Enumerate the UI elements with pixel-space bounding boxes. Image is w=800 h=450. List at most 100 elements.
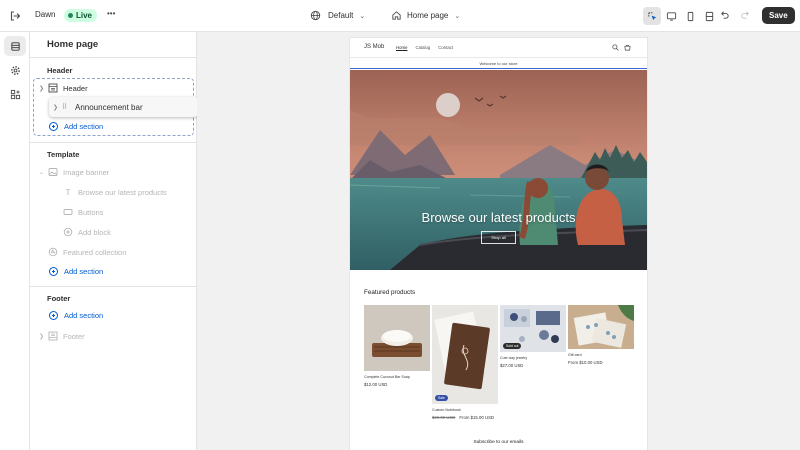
product-name[interactable]: Cute clay jewelry <box>500 356 566 360</box>
fullscreen-icon[interactable] <box>700 7 718 25</box>
product-name[interactable]: Custom Notebook <box>432 408 498 412</box>
add-section-button-template[interactable]: Add section <box>49 267 103 276</box>
button-icon <box>63 207 73 217</box>
product-card[interactable]: Sale Custom Notebook $20.00 USD From $15.… <box>432 305 498 420</box>
device-toggle-group <box>643 6 719 26</box>
soap-image <box>364 305 430 371</box>
image-icon <box>48 167 58 177</box>
sidebar-item-featured-collection[interactable]: Featured collection <box>48 247 126 257</box>
add-section-button-footer[interactable]: Add section <box>49 311 103 320</box>
save-button[interactable]: Save <box>762 7 795 24</box>
store-nav-link[interactable]: Home <box>396 45 407 50</box>
sold-out-badge: Sold out <box>503 343 522 349</box>
sidebar-item-announcement-bar[interactable]: ❯ ⠿ Announcement bar <box>49 97 198 117</box>
hero-heading[interactable]: Browse our latest products <box>350 210 647 225</box>
plus-circle-icon <box>49 267 58 276</box>
header-section-icon <box>48 83 58 93</box>
add-section-label: Add section <box>64 267 104 276</box>
divider <box>30 286 197 287</box>
compare-price: $20.00 USD <box>432 415 456 420</box>
sections-sidebar: Home page Header ❯ Header ❯ ⠿ Announceme… <box>30 32 198 450</box>
chevron-right-icon: ❯ <box>39 333 45 340</box>
theme-settings-icon[interactable] <box>4 60 26 80</box>
announcement-bar[interactable]: Welcome to our store <box>350 59 647 69</box>
add-section-label: Add section <box>64 311 104 320</box>
exit-icon[interactable] <box>9 10 21 22</box>
market-label: Default <box>328 11 354 20</box>
store-nav-link[interactable]: Contact <box>438 45 453 50</box>
divider <box>30 57 197 58</box>
product-name[interactable]: Complete Coconut Bar Soap <box>364 375 430 379</box>
sidebar-item-label: Announcement bar <box>75 102 143 112</box>
add-section-label: Add section <box>64 122 104 131</box>
product-image[interactable] <box>568 305 634 349</box>
globe-icon <box>310 10 321 21</box>
product-image[interactable] <box>364 305 430 371</box>
product-image[interactable]: Sold out <box>500 305 566 352</box>
block-item-heading[interactable]: T Browse our latest products <box>63 187 167 197</box>
product-name[interactable]: Gift card <box>568 353 634 357</box>
plus-circle-icon <box>63 227 73 237</box>
live-badge: Live <box>64 9 98 22</box>
left-rail <box>0 32 30 450</box>
chevron-down-icon: ⌄ <box>359 12 366 20</box>
image-banner[interactable]: Browse our latest products Shop all <box>350 70 647 270</box>
sidebar-item-label: Header <box>63 83 88 93</box>
undo-icon[interactable] <box>719 9 730 20</box>
block-item-label: Browse our latest products <box>78 187 167 197</box>
page-selector[interactable]: Home page ⌄ <box>391 10 460 21</box>
search-icon[interactable] <box>612 44 619 51</box>
store-nav: Home Catalog Contact <box>396 45 461 50</box>
chevron-right-icon: ❯ <box>53 104 59 111</box>
product-image[interactable]: Sale <box>432 305 498 404</box>
product-card[interactable]: Sold out Cute clay jewelry $27.00 USD <box>500 305 566 368</box>
redo-icon[interactable] <box>740 9 751 20</box>
text-icon: T <box>65 187 71 197</box>
footer-section-icon <box>48 331 58 341</box>
sale-badge: Sale <box>435 395 448 401</box>
chevron-down-icon: ⌄ <box>454 12 461 20</box>
chevron-down-icon: ⌄ <box>39 169 45 176</box>
app-embeds-icon[interactable] <box>4 84 26 104</box>
cart-icon[interactable] <box>624 44 631 51</box>
sidebar-item-label: Featured collection <box>63 247 127 257</box>
sidebar-title: Home page <box>47 39 99 50</box>
store-logo[interactable]: JS Mob <box>364 44 384 50</box>
mobile-icon[interactable] <box>681 7 699 25</box>
sidebar-item-label: Footer <box>63 331 85 341</box>
drag-handle-icon[interactable]: ⠿ <box>62 103 75 111</box>
market-selector[interactable]: Default ⌄ <box>310 10 365 21</box>
divider <box>30 142 197 143</box>
add-section-button-header[interactable]: Add section <box>49 122 103 131</box>
block-item-label: Buttons <box>78 207 104 217</box>
sections-icon[interactable] <box>4 36 26 56</box>
sidebar-item-image-banner[interactable]: ⌄ Image banner <box>39 167 109 177</box>
store-nav-link[interactable]: Catalog <box>415 45 430 50</box>
gift-card-image <box>568 305 634 349</box>
product-price: From $10.00 USD <box>568 360 603 365</box>
collection-icon <box>48 247 58 257</box>
page-label: Home page <box>407 11 449 20</box>
product-price: $12.00 USD <box>364 382 388 387</box>
top-bar: Dawn Live ••• Default ⌄ Home page ⌄ Save <box>0 0 800 32</box>
add-block-button[interactable]: Add block <box>63 227 111 237</box>
product-price: $27.00 USD <box>500 363 524 368</box>
inspector-icon[interactable] <box>643 7 661 25</box>
preview-canvas: JS Mob Home Catalog Contact Welcome to o… <box>197 32 800 450</box>
sidebar-item-footer[interactable]: ❯ Footer <box>39 331 85 341</box>
product-card[interactable]: Complete Coconut Bar Soap $12.00 USD <box>364 305 430 387</box>
newsletter-heading[interactable]: Subscribe to our emails <box>350 440 647 445</box>
store-preview[interactable]: JS Mob Home Catalog Contact Welcome to o… <box>350 38 647 450</box>
shop-all-button[interactable]: Shop all <box>481 231 516 244</box>
more-actions-icon[interactable]: ••• <box>107 9 115 18</box>
desktop-icon[interactable] <box>662 7 680 25</box>
featured-products-heading[interactable]: Featured products <box>364 289 415 296</box>
block-item-buttons[interactable]: Buttons <box>63 207 103 217</box>
sidebar-item-header[interactable]: ❯ Header <box>39 83 88 93</box>
block-item-label: Add block <box>78 227 111 237</box>
template-group-label: Template <box>47 150 80 159</box>
store-header: JS Mob Home Catalog Contact <box>350 38 647 58</box>
live-dot-icon <box>68 13 73 18</box>
footer-group-label: Footer <box>47 294 71 303</box>
product-card[interactable]: Gift card From $10.00 USD <box>568 305 634 365</box>
